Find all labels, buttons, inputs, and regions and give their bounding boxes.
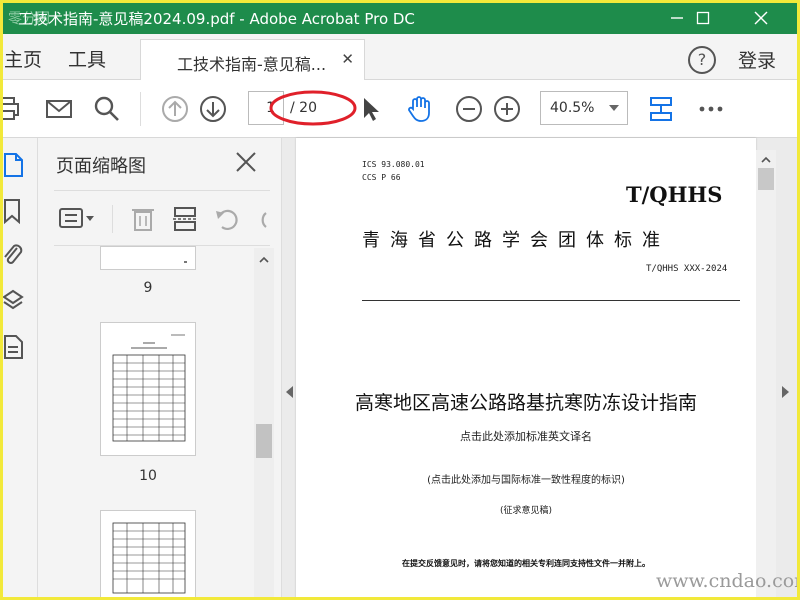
extract-pages-icon[interactable] — [172, 205, 198, 233]
thumbnail-panel: 页面缩略图 9 10 — [38, 138, 282, 600]
pdf-page: ICS 93.080.01 CCS P 66 T/QHHS 青海省公路学会团体标… — [296, 138, 756, 600]
attachment-icon[interactable] — [2, 242, 24, 268]
thumbnail-label: 10 — [139, 468, 157, 484]
delete-icon[interactable] — [130, 205, 156, 233]
english-title-placeholder: 点击此处添加标准英文译名 — [460, 430, 592, 443]
maximize-icon — [696, 11, 710, 25]
maximize-button[interactable] — [680, 4, 726, 32]
thumbnail-label: 9 — [143, 280, 153, 296]
draft-status: (征求意见稿) — [499, 506, 553, 516]
close-window-button[interactable] — [738, 4, 784, 32]
thumbnail-page-10[interactable] — [100, 322, 196, 456]
panel-title: 页面缩略图 — [56, 156, 146, 177]
bookmark-icon[interactable] — [2, 198, 24, 224]
thumbnail-scrollbar[interactable] — [254, 248, 274, 600]
scroll-up-icon[interactable] — [760, 154, 772, 166]
tab-home[interactable]: 主页 — [4, 45, 42, 72]
zoom-in-icon[interactable] — [492, 94, 522, 124]
tab-bar: 主页 工具 工技术指南-意见稿... ✕ ? 登录 — [0, 34, 800, 80]
collapse-left-panel-icon[interactable] — [286, 386, 293, 398]
login-button[interactable]: 登录 — [738, 46, 776, 73]
search-icon[interactable] — [92, 94, 122, 124]
zoom-select[interactable]: 40.5% — [540, 91, 628, 125]
tab-document[interactable]: 工技术指南-意见稿... ✕ — [140, 39, 365, 80]
email-icon[interactable] — [44, 94, 74, 124]
thumbnail-preview — [112, 334, 186, 442]
ccs-code: CCS P 66 — [362, 173, 401, 182]
scrollbar-thumb[interactable] — [758, 168, 774, 190]
left-navigation-rail — [0, 138, 38, 600]
standard-number: T/QHHS XXX-2024 — [646, 264, 728, 274]
page-up-icon[interactable] — [160, 94, 190, 124]
print-icon[interactable] — [0, 94, 24, 124]
toolbar-separator — [112, 205, 113, 233]
close-tab-icon[interactable]: ✕ — [341, 50, 354, 68]
site-watermark: www.cndao.com — [656, 570, 800, 592]
chevron-down-icon — [609, 105, 619, 111]
hand-tool-icon[interactable] — [404, 94, 434, 124]
document-view: ICS 93.080.01 CCS P 66 T/QHHS 青海省公路学会团体标… — [282, 138, 800, 600]
highlight-ellipse — [269, 90, 357, 126]
page-down-icon[interactable] — [198, 94, 228, 124]
layers-icon[interactable] — [2, 288, 24, 314]
options-menu-icon[interactable] — [58, 206, 98, 232]
close-icon — [754, 11, 768, 25]
standard-logo: T/QHHS — [626, 182, 723, 207]
scrollbar-thumb[interactable] — [256, 424, 272, 458]
content-icon[interactable] — [2, 334, 24, 360]
thumbnail-page-9[interactable] — [100, 246, 196, 270]
header-rule — [362, 300, 740, 301]
tab-tools[interactable]: 工具 — [68, 45, 106, 72]
redo-rotate-icon[interactable] — [252, 205, 270, 233]
main-toolbar: 1 / 20 40.5% — [0, 80, 800, 138]
close-panel-icon[interactable] — [234, 150, 258, 174]
document-scrollbar[interactable] — [756, 150, 776, 600]
scroll-up-icon[interactable] — [258, 254, 270, 266]
zoom-out-icon[interactable] — [454, 94, 484, 124]
ics-code: ICS 93.080.01 — [362, 160, 425, 169]
select-cursor-icon[interactable] — [356, 94, 386, 124]
thumbnail-page-11[interactable] — [100, 510, 196, 600]
organization-title: 青海省公路学会团体标准 — [362, 230, 670, 251]
toolbar-separator — [140, 92, 141, 126]
window-title: 工技术指南-意见稿2024.09.pdf - Adobe Acrobat Pro… — [18, 10, 415, 28]
thumbnail-toolbar — [54, 190, 270, 246]
page-thumbnails-icon[interactable] — [2, 152, 24, 178]
thumbnail-preview — [112, 522, 186, 594]
thumbnail-list: 9 10 — [54, 246, 254, 600]
expand-right-panel-icon[interactable] — [782, 386, 789, 398]
tab-document-label: 工技术指南-意见稿... — [177, 55, 327, 74]
feedback-note: 在提交反馈意见时，请将您知道的相关专利连同支持性文件一并附上。 — [402, 559, 650, 568]
undo-rotate-icon[interactable] — [214, 205, 240, 233]
intl-consistency-placeholder: (点击此处添加与国际标准一致性程度的标识) — [427, 475, 625, 486]
document-title: 高寒地区高速公路路基抗寒防冻设计指南 — [354, 392, 697, 414]
zoom-value: 40.5% — [550, 100, 595, 116]
more-options-icon[interactable] — [696, 94, 726, 124]
fit-page-icon[interactable] — [646, 94, 676, 124]
title-bar: 零分网 工技术指南-意见稿2024.09.pdf - Adobe Acrobat… — [0, 0, 800, 34]
help-icon[interactable]: ? — [688, 46, 716, 74]
